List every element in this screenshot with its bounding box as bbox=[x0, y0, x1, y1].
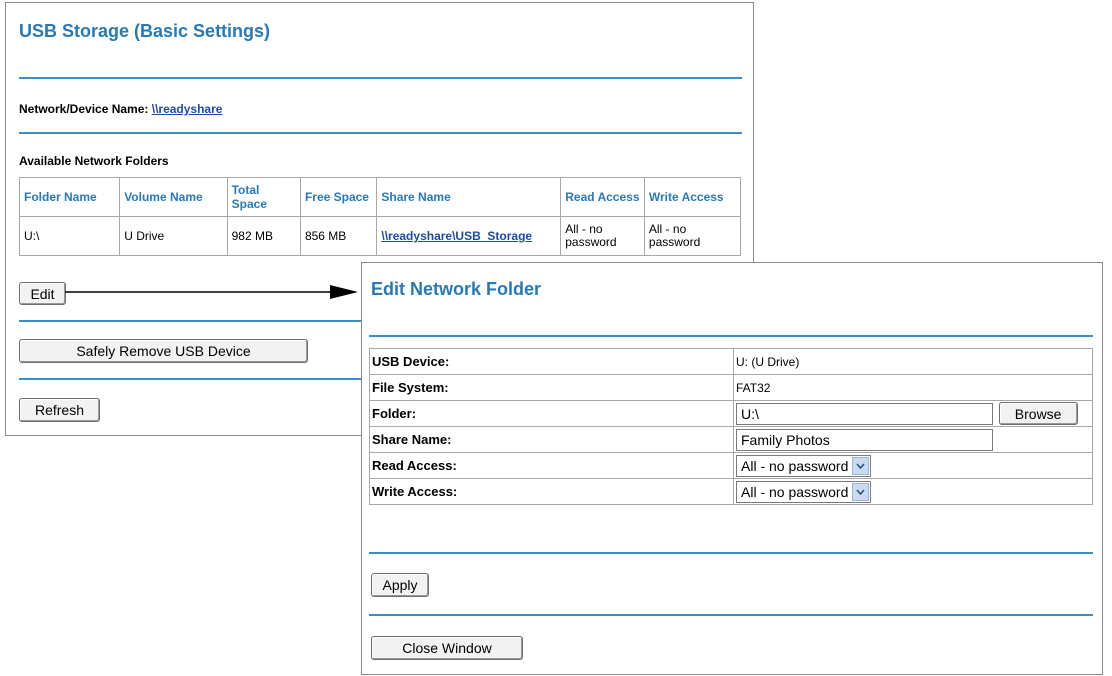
connector-arrow bbox=[65, 285, 358, 299]
